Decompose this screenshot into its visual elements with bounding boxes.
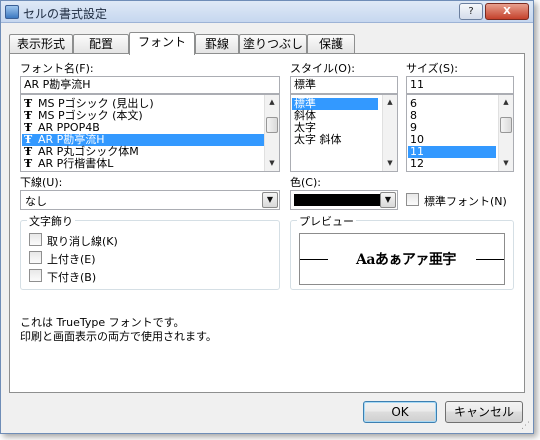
font-size-input[interactable]: 11 [406, 76, 514, 94]
size-list-item[interactable]: 12 [408, 158, 496, 170]
close-button[interactable]: X [485, 3, 529, 20]
font-style-list[interactable]: 標準 斜体 太字 太字 斜体 ▲ ▼ [290, 94, 398, 172]
ok-button[interactable]: OK [363, 401, 437, 423]
font-size-list[interactable]: 6 8 9 10 11 12 ▲ ▼ [406, 94, 514, 172]
superscript-label[interactable]: 上付き(E) [47, 251, 96, 267]
effects-legend: 文字飾り [27, 213, 75, 229]
underline-value: なし [25, 195, 47, 208]
scroll-up-icon[interactable]: ▲ [265, 95, 279, 110]
preview-baseline [476, 259, 504, 260]
superscript-checkbox[interactable] [29, 251, 42, 264]
help-button[interactable]: ? [459, 3, 483, 20]
preview-legend: プレビュー [297, 213, 356, 229]
tab-alignment[interactable]: 配置 [73, 34, 129, 54]
size-list-item[interactable]: 6 [408, 98, 496, 110]
format-cells-dialog: セルの書式設定 ? X 表示形式 配置 フォント 罫線 塗りつぶし 保護 フォン… [0, 0, 534, 434]
underline-select[interactable]: なし ▼ [20, 190, 280, 210]
font-size-label: サイズ(S): [406, 62, 458, 75]
scroll-thumb[interactable] [500, 117, 512, 133]
scroll-up-icon[interactable]: ▲ [383, 95, 397, 110]
normal-font-checkbox[interactable] [406, 193, 419, 206]
normal-font-label[interactable]: 標準フォント(N) [424, 193, 507, 209]
underline-label: 下線(U): [20, 176, 63, 189]
font-info-line-2: 印刷と画面表示の両方で使用されます。 [20, 330, 217, 343]
chevron-down-icon[interactable]: ▼ [262, 192, 278, 208]
scroll-up-icon[interactable]: ▲ [499, 95, 513, 110]
subscript-checkbox[interactable] [29, 269, 42, 282]
font-name-list[interactable]: Ŧ MS Pゴシック (見出し) Ŧ MS Pゴシック (本文) Ŧ AR PPOP4… [20, 94, 280, 172]
cancel-button[interactable]: キャンセル [445, 401, 523, 423]
color-swatch [294, 194, 388, 206]
color-picker[interactable]: ▼ [290, 190, 398, 210]
style-list-item[interactable]: 太字 斜体 [292, 134, 378, 146]
dialog-title: セルの書式設定 [23, 7, 108, 21]
title-bar: セルの書式設定 ? X [1, 1, 533, 23]
font-item-label: AR P行楷書体L [38, 157, 114, 170]
preview-area: Aaあぁアァ亜宇 [299, 233, 505, 285]
font-name-label: フォント名(F): [20, 62, 94, 75]
font-name-input[interactable]: AR P勘亭流H [20, 76, 280, 94]
tab-border[interactable]: 罫線 [195, 34, 239, 54]
scroll-down-icon[interactable]: ▼ [265, 156, 279, 171]
size-list-item[interactable]: 8 [408, 110, 496, 122]
font-style-label: スタイル(O): [290, 62, 355, 75]
tab-fill[interactable]: 塗りつぶし [239, 34, 307, 54]
font-style-input[interactable]: 標準 [290, 76, 398, 94]
size-list-scrollbar[interactable]: ▲ ▼ [498, 95, 513, 171]
style-list-scrollbar[interactable]: ▲ ▼ [382, 95, 397, 171]
preview-baseline [300, 259, 328, 260]
tab-protection[interactable]: 保護 [307, 34, 355, 54]
tab-number-format[interactable]: 表示形式 [9, 34, 73, 54]
resize-grip-icon[interactable]: ⋰ [521, 421, 531, 431]
chevron-down-icon[interactable]: ▼ [380, 192, 396, 208]
font-tab-panel: フォント名(F): AR P勘亭流H Ŧ MS Pゴシック (見出し) Ŧ MS P… [9, 53, 525, 393]
font-list-scrollbar[interactable]: ▲ ▼ [264, 95, 279, 171]
subscript-label[interactable]: 下付き(B) [47, 269, 96, 285]
scroll-thumb[interactable] [266, 117, 278, 133]
strikethrough-label[interactable]: 取り消し線(K) [47, 233, 118, 249]
scroll-down-icon[interactable]: ▼ [499, 156, 513, 171]
preview-sample: Aaあぁアァ亜宇 [356, 252, 456, 268]
truetype-icon: Ŧ [24, 157, 33, 170]
strikethrough-checkbox[interactable] [29, 233, 42, 246]
app-icon [5, 5, 19, 19]
color-label: 色(C): [290, 176, 321, 189]
font-list-item[interactable]: Ŧ AR P行楷書体L [22, 158, 264, 170]
tab-font[interactable]: フォント [129, 32, 195, 55]
effects-group: 文字飾り 取り消し線(K) 上付き(E) 下付き(B) [20, 213, 280, 290]
scroll-down-icon[interactable]: ▼ [383, 156, 397, 171]
preview-group: プレビュー Aaあぁアァ亜宇 [290, 213, 514, 290]
